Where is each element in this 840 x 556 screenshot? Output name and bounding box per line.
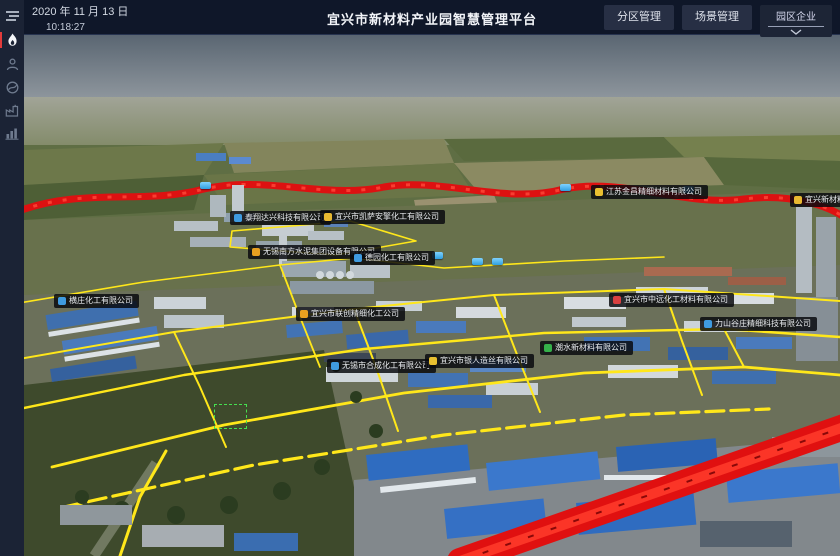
company-label-text: 宜兴市凯萨安擎化工有限公司 [335,213,439,221]
sidebar-item-statistics[interactable] [0,123,24,143]
sidebar-item-menu[interactable] [0,6,24,26]
sidebar-item-situation[interactable] [0,77,24,97]
company-logo-icon [324,213,332,221]
vehicle-icon[interactable] [472,258,483,265]
company-label-text: 潮水新材料有限公司 [555,344,627,352]
company-label[interactable]: 宜兴市银人造丝有限公司 [425,354,534,368]
vehicle-icon[interactable] [492,258,503,265]
factory-icon [5,104,19,117]
company-label[interactable]: 横庄化工有限公司 [54,294,139,308]
header-bar: 2020 年 11 月 13 日 10:18:27 宜兴市新材料产业园智慧管理平… [24,0,840,35]
scene-management-button[interactable]: 场景管理 [682,5,752,30]
company-label[interactable]: 江苏金昌精细材料有限公司 [591,185,708,199]
company-logo-icon [252,248,260,256]
company-label[interactable]: 宜兴新材料有限公司 [790,193,840,207]
company-logo-icon [58,297,66,305]
page-title: 宜兴市新材料产业园智慧管理平台 [327,9,537,28]
selection-box [214,404,247,429]
sidebar-item-enterprise[interactable] [0,100,24,120]
company-label-text: 德园化工有限公司 [365,254,429,262]
company-label[interactable]: 力山谷庄精细科技有限公司 [700,317,817,331]
dropdown-label: 园区企业 [768,8,824,27]
company-label[interactable]: 泰翔达兴科技有限公司 [230,211,331,225]
company-logo-icon [544,344,552,352]
bar-chart-icon [5,127,19,140]
company-label[interactable]: 潮水新材料有限公司 [540,341,633,355]
vehicle-icon[interactable] [560,184,571,191]
hamburger-icon [5,10,20,22]
application-window: 2020 年 11 月 13 日 10:18:27 宜兴市新材料产业园智慧管理平… [0,0,840,556]
company-logo-icon [300,310,308,318]
sidebar-item-fire-monitor[interactable] [0,30,24,50]
globe-icon [6,81,19,94]
company-logo-icon [429,357,437,365]
company-label-text: 宜兴市联创精细化工公司 [311,310,399,318]
company-label-text: 江苏金昌精细材料有限公司 [606,188,702,196]
company-logo-icon [331,362,339,370]
sidebar-item-personnel[interactable] [0,54,24,74]
park-enterprise-dropdown[interactable]: 园区企业 [760,5,832,37]
active-indicator [0,32,2,48]
company-label-text: 泰翔达兴科技有限公司 [245,214,325,222]
company-logo-icon [704,320,712,328]
map-view[interactable]: 泰翔达兴科技有限公司宜兴市凯萨安擎化工有限公司无锡南方水泥集团设备有限公司德园化… [24,35,840,556]
sidebar [0,0,24,556]
flame-icon [6,33,19,47]
company-label[interactable]: 宜兴市联创精细化工公司 [296,307,405,321]
zone-management-button[interactable]: 分区管理 [604,5,674,30]
company-label[interactable]: 宜兴市凯萨安擎化工有限公司 [320,210,445,224]
company-label-text: 力山谷庄精细科技有限公司 [715,320,811,328]
company-label-text: 宜兴新材料有限公司 [805,196,840,204]
company-label[interactable]: 德园化工有限公司 [350,251,435,265]
company-logo-icon [794,196,802,204]
company-logo-icon [234,214,242,222]
time-text: 10:18:27 [46,22,128,33]
datetime-display: 2020 年 11 月 13 日 10:18:27 [32,3,128,33]
company-label-text: 横庄化工有限公司 [69,297,133,305]
person-icon [6,58,19,71]
company-label-text: 无锡市合成化工有限公司 [342,362,430,370]
company-label[interactable]: 无锡市合成化工有限公司 [327,359,436,373]
chevron-down-icon [768,27,824,36]
date-text: 2020 年 11 月 13 日 [32,3,128,19]
company-logo-icon [613,296,621,304]
vehicle-icon[interactable] [200,182,211,189]
company-logo-icon [595,188,603,196]
company-logo-icon [354,254,362,262]
company-label-text: 宜兴市银人造丝有限公司 [440,357,528,365]
company-label-text: 宜兴市中远化工材料有限公司 [624,296,728,304]
header-actions: 分区管理 场景管理 园区企业 [604,5,832,37]
company-label[interactable]: 宜兴市中远化工材料有限公司 [609,293,734,307]
